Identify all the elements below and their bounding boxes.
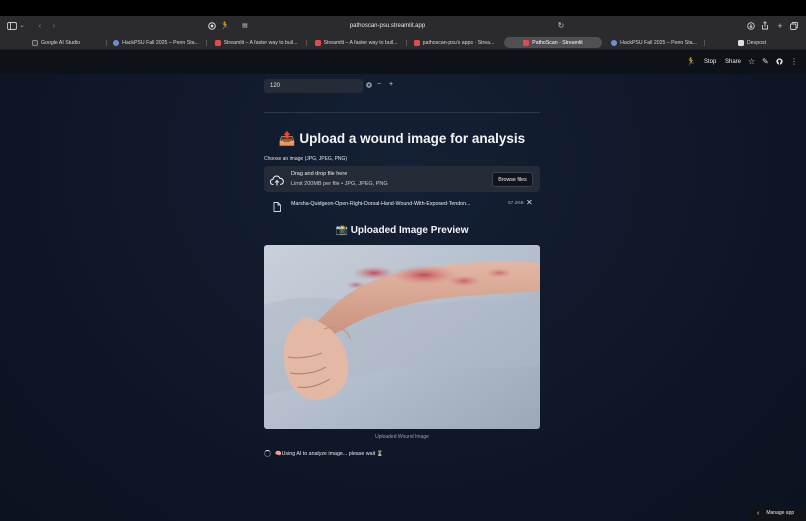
download-icon[interactable] (746, 20, 756, 31)
upload-heading: 📤 Upload a wound image for analysis (278, 131, 526, 146)
tab-favicon-icon (113, 39, 120, 46)
new-tab-icon[interactable]: + (775, 20, 785, 31)
analysis-status: 🧠Using AI to analyze image... please wai… (264, 450, 383, 457)
tab-streamlit-2[interactable]: Streamlit – A faster way to buil... (306, 37, 406, 48)
tab-hackpsu-1[interactable]: HackPSU Fall 2025 – Penn Sta... (106, 37, 206, 48)
sidebar-toggle-icon[interactable] (6, 20, 18, 31)
tab-pathoscan-apps[interactable]: pathoscan-psu's apps · Strea... (406, 37, 502, 48)
share-icon[interactable] (760, 20, 770, 31)
dropzone-limits: Limit 200MB per file • JPG, JPEG, PNG (291, 181, 388, 187)
tab-favicon-icon (413, 39, 420, 46)
reload-icon[interactable]: ↻ (556, 20, 566, 31)
uploaded-file-name: Marsha-Quidgeon-Open-Right-Dorsal-Hand-W… (291, 201, 471, 207)
star-icon[interactable]: ☆ (748, 57, 755, 66)
tab-devpost[interactable]: Devpost (704, 37, 800, 48)
stop-button[interactable]: Stop (704, 59, 716, 65)
running-man-icon: 🏃 (686, 57, 696, 66)
tab-streamlit-1[interactable]: Streamlit – A faster way to buil... (206, 37, 306, 48)
address-bar[interactable]: pathoscan-psu.streamlit.app (205, 19, 570, 32)
decrement-button[interactable]: − (377, 81, 381, 88)
uploaded-file-size: 57.2KB (508, 201, 524, 206)
streamlit-header: 🏃 Stop Share ☆ ✎ ⋮ (0, 50, 806, 74)
dropzone-title: Drag and drop file here (291, 171, 348, 177)
file-uploader-label: Choose an image (JPG, JPEG, PNG) (264, 156, 348, 162)
manage-app-button[interactable]: ‹ Manage app (749, 505, 806, 521)
tab-favicon-icon (611, 39, 618, 46)
spinner-icon (264, 450, 271, 457)
tab-favicon-icon (314, 39, 321, 46)
tab-favicon-icon (737, 39, 744, 46)
increment-button[interactable]: + (389, 81, 393, 88)
menu-bar (0, 0, 806, 16)
wound-image (264, 245, 540, 429)
tab-hackpsu-2[interactable]: HackPSU Fall 2025 – Penn Sta... (604, 37, 704, 48)
browse-files-button[interactable]: Browse files (492, 172, 533, 187)
tab-overview-icon[interactable] (789, 20, 799, 31)
tab-pathoscan-active[interactable]: PathoScan · Streamlit (504, 37, 602, 48)
url-text: pathoscan-psu.streamlit.app (349, 22, 426, 29)
chevron-down-icon[interactable]: ⌄ (18, 20, 26, 31)
browser-toolbar: ⌄ ‹ › 🏃 ▤ pathoscan-psu.streamlit.app ↻ … (0, 16, 806, 35)
tab-favicon-icon (32, 39, 39, 46)
forward-icon[interactable]: › (50, 20, 58, 31)
number-input-value: 120 (270, 83, 281, 89)
divider (264, 112, 540, 113)
edit-pencil-icon[interactable]: ✎ (762, 57, 769, 66)
tab-favicon-icon (523, 39, 530, 46)
more-menu-icon[interactable]: ⋮ (790, 57, 798, 66)
cloud-upload-icon (269, 173, 284, 191)
tab-favicon-icon (214, 39, 221, 46)
analysis-status-text: 🧠Using AI to analyze image... please wai… (275, 450, 384, 457)
github-icon[interactable] (776, 58, 783, 67)
number-input[interactable]: 120 (264, 79, 363, 93)
remove-file-button[interactable]: ✕ (526, 198, 533, 207)
clear-input-icon[interactable] (366, 82, 372, 90)
preview-heading: 📸 Uploaded Image Preview (335, 225, 469, 236)
tab-strip: Google AI Studio HackPSU Fall 2025 – Pen… (0, 35, 806, 50)
back-icon[interactable]: ‹ (36, 20, 44, 31)
share-button[interactable]: Share (725, 59, 741, 65)
tab-google-ai-studio[interactable]: Google AI Studio (8, 37, 104, 48)
image-caption: Uploaded Wound Image (375, 434, 429, 440)
chevron-left-icon: ‹ (757, 509, 760, 517)
file-icon (273, 199, 281, 217)
